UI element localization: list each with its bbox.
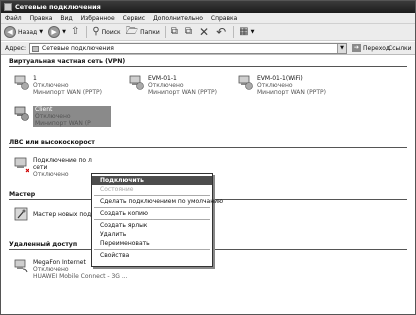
network-folder-icon xyxy=(4,3,12,11)
toolbar-divider xyxy=(86,26,88,38)
search-icon: ⚲ xyxy=(92,26,100,37)
views-icon: ▦ xyxy=(239,26,249,37)
connection-status: Отключено xyxy=(257,82,293,89)
toolbar-divider xyxy=(164,26,166,38)
up-folder-icon: ⇧ xyxy=(70,26,80,37)
menu-tools[interactable]: Сервис xyxy=(123,15,145,22)
go-button[interactable]: ➔ Переход xyxy=(352,44,390,52)
back-button[interactable]: ◀ Назад ▼ xyxy=(4,26,43,38)
vpn-connection-icon xyxy=(238,75,253,90)
back-arrow-icon: ◀ xyxy=(4,26,16,38)
menu-bar: Файл Правка Вид Избранное Сервис Дополни… xyxy=(1,13,415,24)
chevron-down-icon: ▼ xyxy=(62,29,66,35)
connection-name-line2: сети xyxy=(33,164,48,171)
toolbar: ◀ Назад ▼ ▶ ▼ ⇧ ⚲ Поиск 🗁 Папки ⧉ ⧉ ✕ ↶ … xyxy=(1,24,415,41)
title-bar[interactable]: Сетевые подключения xyxy=(1,1,415,13)
context-rename[interactable]: Переименовать xyxy=(92,239,212,248)
go-arrow-icon: ➔ xyxy=(352,44,361,52)
delete-x-icon: ✕ xyxy=(199,25,210,39)
group-header-vpn: Виртуальная частная сеть (VPN) xyxy=(9,58,126,65)
delete-button[interactable]: ✕ xyxy=(199,26,211,38)
group-divider xyxy=(9,147,407,148)
vpn-connection-icon xyxy=(14,106,29,121)
folders-icon: 🗁 xyxy=(125,26,139,37)
context-menu: Подключить Состояние Сделать подключение… xyxy=(91,173,223,267)
menu-favorites[interactable]: Избранное xyxy=(81,15,115,22)
dialup-connection-icon xyxy=(14,259,28,273)
lan-connection-icon xyxy=(14,157,29,173)
toolbar-divider xyxy=(233,26,235,38)
search-button[interactable]: ⚲ Поиск xyxy=(92,26,120,38)
connection-name: Подключение по л xyxy=(33,157,92,164)
address-label: Адрес: xyxy=(5,45,27,52)
menu-view[interactable]: Вид xyxy=(60,15,72,22)
context-status[interactable]: Состояние xyxy=(92,185,212,194)
connection-status: Отключено xyxy=(33,266,69,273)
address-input[interactable]: Сетевые подключения ▼ xyxy=(29,43,347,54)
move-to-button[interactable]: ⧉ xyxy=(171,26,180,38)
context-separator xyxy=(94,219,210,220)
address-bar: Адрес: Сетевые подключения ▼ ➔ Переход С… xyxy=(1,42,415,55)
menu-edit[interactable]: Правка xyxy=(30,15,53,22)
network-folder-icon xyxy=(32,46,39,52)
context-create-copy[interactable]: Создать копию xyxy=(92,209,212,218)
group-header-dialup: Удаленный доступ xyxy=(9,241,78,248)
context-set-default[interactable]: Сделать подключением по умолчанию xyxy=(92,197,223,206)
context-properties[interactable]: Свойства xyxy=(92,251,212,260)
undo-icon: ↶ xyxy=(216,25,227,39)
window-title: Сетевые подключения xyxy=(15,3,101,11)
context-connect[interactable]: Подключить xyxy=(92,176,212,185)
connection-name: EVM-01-1(WiFi) xyxy=(257,75,303,82)
connection-status: Отключено xyxy=(33,171,69,178)
connection-device: Минипорт WAN (P xyxy=(35,120,91,127)
copy-to-icon: ⧉ xyxy=(184,26,192,37)
connection-status: Отключено xyxy=(35,113,71,120)
connection-status: Отключено xyxy=(33,82,69,89)
vpn-connection-icon xyxy=(14,75,29,90)
connections-view: Виртуальная частная сеть (VPN) 1 Отключе… xyxy=(1,55,415,314)
group-header-wizard: Мастер xyxy=(9,191,36,198)
menu-help[interactable]: Справка xyxy=(211,15,237,22)
address-dropdown-chevron-icon[interactable]: ▼ xyxy=(337,44,346,53)
connection-device: Минипорт WAN (PPTP) xyxy=(148,89,218,96)
connection-name: 1 xyxy=(33,75,37,82)
move-to-icon: ⧉ xyxy=(170,26,178,37)
context-delete[interactable]: Удалить xyxy=(92,230,212,239)
copy-to-button[interactable]: ⧉ xyxy=(185,26,194,38)
explorer-window: Сетевые подключения Файл Правка Вид Избр… xyxy=(0,0,416,315)
context-separator xyxy=(94,249,210,250)
folders-button[interactable]: 🗁 Папки xyxy=(126,26,160,38)
context-create-shortcut[interactable]: Создать ярлык xyxy=(92,221,212,230)
chevron-down-icon: ▼ xyxy=(250,29,255,35)
menu-file[interactable]: Файл xyxy=(5,15,22,22)
connection-device: HUAWEI Mobile Connect - 3G ... xyxy=(33,273,128,280)
views-button[interactable]: ▦ ▼ xyxy=(239,26,254,38)
group-divider xyxy=(9,66,407,67)
up-button[interactable]: ⇧ xyxy=(71,26,81,38)
group-header-lan: ЛВС или высокоскорост xyxy=(9,139,95,146)
chevron-down-icon: ▼ xyxy=(39,29,44,35)
selected-connection-label: Client Отключено Минипорт WAN (P xyxy=(33,106,111,127)
vpn-connection-icon xyxy=(129,75,144,90)
context-separator xyxy=(94,195,210,196)
connection-name: EVM-01-1 xyxy=(148,75,177,82)
links-button[interactable]: Ссылки xyxy=(388,45,412,52)
context-separator xyxy=(94,207,210,208)
connection-status: Отключено xyxy=(148,82,184,89)
connection-device: Минипорт WAN (PPTP) xyxy=(33,89,103,96)
undo-button[interactable]: ↶ xyxy=(216,26,228,38)
menu-advanced[interactable]: Дополнительно xyxy=(153,15,203,22)
forward-arrow-icon: ▶ xyxy=(48,26,61,38)
connection-name: Client xyxy=(35,106,53,113)
wizard-icon xyxy=(14,207,28,221)
connection-device: Минипорт WAN (PPTP) xyxy=(257,89,327,96)
forward-button[interactable]: ▶ ▼ xyxy=(48,26,66,38)
